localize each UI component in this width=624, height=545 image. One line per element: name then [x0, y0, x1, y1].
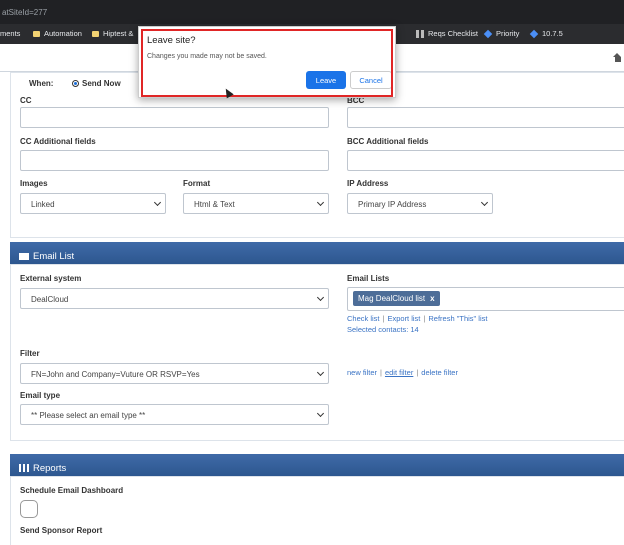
- selected-list-chip: Mag DealCloud list x: [353, 291, 440, 306]
- reports-header[interactable]: Reports: [10, 454, 624, 476]
- dialog-title: Leave site?: [147, 35, 196, 46]
- format-select[interactable]: Html & Text: [183, 193, 329, 214]
- chevron-down-icon: [153, 198, 162, 207]
- export-list-link[interactable]: Export list: [387, 314, 420, 323]
- list-actions: Check list | Export list | Refresh "This" li…: [347, 314, 488, 323]
- filter-select[interactable]: FN=John and Company=Vuture OR RSVP=Yes: [20, 363, 329, 384]
- home-icon[interactable]: [613, 53, 622, 62]
- edit-filter-link[interactable]: edit filter: [385, 368, 413, 377]
- address-bar[interactable]: atSiteId=277: [0, 0, 624, 24]
- bcc-input[interactable]: [347, 107, 624, 128]
- check-list-link[interactable]: Check list: [347, 314, 380, 323]
- email-list-header[interactable]: Email List: [10, 242, 624, 264]
- bookmark-hiptest[interactable]: Hiptest &: [92, 29, 133, 38]
- images-select[interactable]: Linked: [20, 193, 166, 214]
- cc-additional-label: CC Additional fields: [20, 137, 96, 146]
- delete-filter-link[interactable]: delete filter: [421, 368, 458, 377]
- images-label: Images: [20, 179, 48, 188]
- chevron-down-icon: [316, 198, 325, 207]
- sponsor-report-label: Send Sponsor Report: [20, 526, 103, 535]
- filter-label: Filter: [20, 349, 40, 358]
- filter-actions: new filter | edit filter | delete filter: [347, 368, 458, 377]
- email-type-select[interactable]: ** Please select an email type **: [20, 404, 329, 425]
- schedule-dashboard-toggle[interactable]: [20, 500, 38, 518]
- when-label: When:: [29, 79, 54, 88]
- cc-label: CC: [20, 96, 32, 105]
- url-text: atSiteId=277: [2, 8, 48, 17]
- leave-button[interactable]: Leave: [306, 71, 346, 89]
- new-filter-link[interactable]: new filter: [347, 368, 377, 377]
- diamond-icon: [529, 29, 539, 38]
- selected-contacts: Selected contacts: 14: [347, 325, 419, 334]
- bookmark-priority[interactable]: Priority: [483, 29, 519, 38]
- ip-address-select[interactable]: Primary IP Address: [347, 193, 493, 214]
- grid-icon: [416, 29, 424, 38]
- send-now-option[interactable]: Send Now: [72, 79, 121, 88]
- email-lists-label: Email Lists: [347, 274, 390, 283]
- cc-input[interactable]: [20, 107, 329, 128]
- chevron-down-icon: [316, 409, 325, 418]
- bar-chart-icon: [19, 464, 29, 472]
- bookmark-reqs-checklist[interactable]: Reqs Checklist: [416, 29, 478, 38]
- cc-additional-input[interactable]: [20, 150, 329, 171]
- dialog-message: Changes you made may not be saved.: [147, 53, 267, 60]
- schedule-dashboard-label: Schedule Email Dashboard: [20, 486, 124, 495]
- external-system-select[interactable]: DealCloud: [20, 288, 329, 309]
- format-label: Format: [183, 179, 211, 188]
- leave-site-dialog: Leave site? Changes you made may not be …: [138, 26, 396, 98]
- cancel-button[interactable]: Cancel: [350, 71, 392, 89]
- folder-icon: [33, 30, 40, 37]
- bookmark-automation[interactable]: Automation: [33, 29, 82, 38]
- radio-selected-icon[interactable]: [72, 80, 79, 88]
- bcc-additional-label: BCC Additional fields: [347, 137, 429, 146]
- diamond-icon: [483, 29, 493, 38]
- external-system-label: External system: [20, 274, 82, 283]
- chevron-down-icon: [316, 368, 325, 377]
- bookmark-version[interactable]: 10.7.5: [529, 29, 563, 38]
- envelope-icon: [19, 252, 29, 260]
- chevron-down-icon: [480, 198, 489, 207]
- bookmark-ments[interactable]: ments: [0, 29, 20, 38]
- folder-icon: [92, 30, 99, 37]
- chevron-down-icon: [316, 293, 325, 302]
- refresh-list-link[interactable]: Refresh "This" list: [428, 314, 487, 323]
- ip-address-label: IP Address: [347, 179, 389, 188]
- remove-icon[interactable]: x: [430, 294, 434, 303]
- bcc-additional-input[interactable]: [347, 150, 624, 171]
- email-type-label: Email type: [20, 391, 61, 400]
